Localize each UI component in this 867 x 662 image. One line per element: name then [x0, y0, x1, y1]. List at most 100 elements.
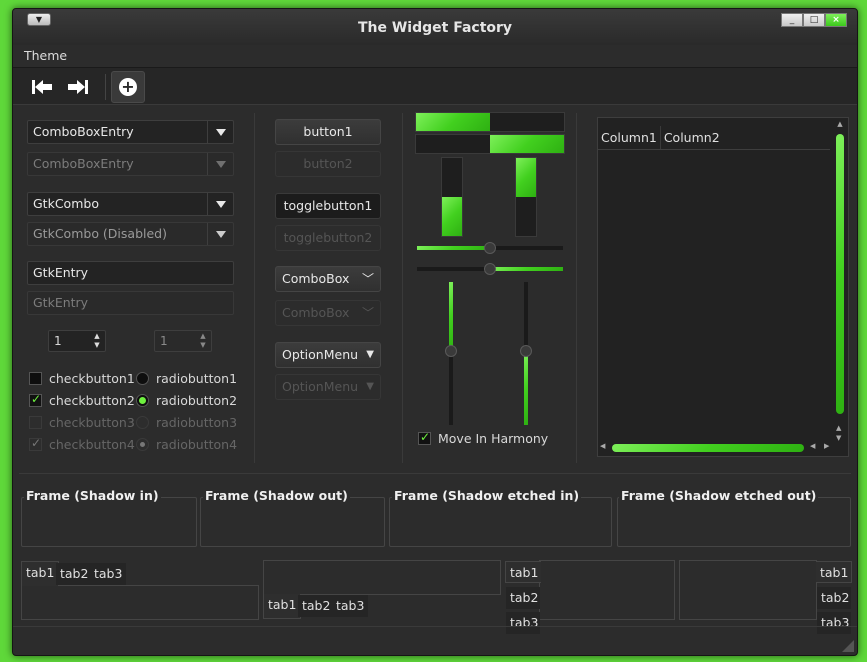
radio-selected-icon [136, 437, 149, 451]
chevron-down-icon[interactable] [207, 121, 233, 143]
gtk-combo-disabled: GtkCombo (Disabled) [27, 222, 234, 246]
tab-1[interactable]: tab1 [263, 594, 302, 619]
hscale-2[interactable] [417, 263, 563, 275]
tab-1[interactable]: tab1 [816, 561, 852, 583]
progress-bar-vertical-1 [441, 157, 463, 237]
progress-bar-horizontal-2 [415, 134, 565, 154]
chevron-down-icon[interactable] [207, 193, 233, 215]
resize-grip-icon[interactable] [842, 640, 854, 652]
tab-3[interactable]: tab3 [817, 612, 851, 634]
slider-knob-icon[interactable] [484, 263, 496, 275]
combo-box-entry-disabled: ComboBoxEntry [27, 152, 234, 176]
checkbutton4: checkbutton4 [29, 435, 135, 453]
radiobutton3-label: radiobutton3 [156, 414, 238, 430]
maximize-icon[interactable]: □ [803, 13, 825, 27]
slider-knob-icon[interactable] [484, 242, 496, 254]
scroll-up-icon[interactable]: ▲ [834, 120, 846, 128]
scrollbar-thumb[interactable] [836, 134, 844, 414]
toolbar: + [13, 67, 857, 105]
column-separator [402, 113, 403, 463]
tab-2[interactable]: tab2 [298, 595, 335, 617]
combo-box-entry[interactable]: ComboBoxEntry [27, 120, 234, 144]
checkbutton2[interactable]: checkbutton2 [29, 391, 135, 409]
menu-theme[interactable]: Theme [24, 48, 67, 63]
radiobutton1[interactable]: radiobutton1 [136, 369, 237, 387]
checkbutton3-label: checkbutton3 [49, 414, 135, 430]
progress-bar-horizontal-1 [415, 112, 565, 132]
tab-2[interactable]: tab2 [817, 587, 851, 609]
column-separator [254, 113, 255, 463]
combo-box-entry-text: ComboBoxEntry [33, 124, 134, 139]
horizontal-scrollbar[interactable]: ◀ ◀ ▶ [600, 442, 834, 454]
slider-knob-icon[interactable] [520, 344, 532, 357]
radio-icon[interactable] [136, 371, 149, 385]
checkbox-icon[interactable] [29, 371, 42, 385]
spin-arrows-icon[interactable]: ▲ ▼ [91, 332, 103, 350]
frame-shadow-etched-in [389, 497, 612, 547]
tab-3[interactable]: tab3 [332, 595, 369, 617]
scrollbar-thumb[interactable] [612, 444, 804, 452]
chevron-down-icon: ﹀ [361, 306, 374, 320]
progress-bar-vertical-2 [515, 157, 537, 237]
option-menu-disabled-label: OptionMenu [282, 379, 359, 394]
slider-knob-icon[interactable] [445, 344, 457, 357]
title-bar[interactable]: ▼ The Widget Factory _ □ × [13, 9, 857, 45]
tab-3[interactable]: tab3 [90, 563, 127, 585]
scroll-down-icon[interactable]: ▼ [836, 434, 841, 442]
togglebutton1[interactable]: togglebutton1 [275, 193, 381, 219]
gtk-combo-text: GtkCombo [33, 196, 99, 211]
frame-shadow-out-title: Frame (Shadow out) [203, 488, 350, 503]
radiobutton2[interactable]: radiobutton2 [136, 391, 237, 409]
toolbar-separator [105, 74, 106, 100]
vscale-2[interactable] [520, 282, 532, 425]
checkbox-checked-icon[interactable] [29, 392, 42, 407]
tree-view[interactable]: Column1 Column2 ▲ ▲ ▼ ◀ ◀ ▶ [597, 117, 849, 457]
option-menu-label: OptionMenu [282, 347, 359, 362]
checkbutton3: checkbutton3 [29, 413, 135, 431]
option-menu[interactable]: OptionMenu ▼ [275, 342, 381, 368]
frame-shadow-etched-out [617, 497, 851, 547]
tab-1[interactable]: tab1 [21, 561, 60, 586]
main-window: ▼ The Widget Factory _ □ × Theme + Combo… [12, 8, 858, 656]
checkbutton4-label: checkbutton4 [49, 436, 135, 452]
checkbutton1[interactable]: checkbutton1 [29, 369, 135, 387]
hscale-1[interactable] [417, 242, 563, 254]
progress-fill [516, 158, 536, 197]
goto-first-icon[interactable] [27, 72, 57, 102]
move-in-harmony-check[interactable]: Move In Harmony [418, 429, 548, 447]
column-header-2[interactable]: Column2 [661, 126, 723, 149]
radiobutton4-label: radiobutton4 [156, 436, 238, 452]
checkbox-checked-icon[interactable] [418, 430, 431, 445]
hscale-fill [417, 246, 490, 250]
notebook-bottom-page [263, 560, 501, 595]
vscale-fill [524, 350, 528, 425]
tab-2[interactable]: tab2 [56, 563, 93, 585]
scroll-right-icon[interactable]: ▶ [824, 442, 829, 450]
tab-1[interactable]: tab1 [505, 561, 541, 583]
notebook-right-page [679, 560, 817, 620]
goto-last-icon[interactable] [63, 72, 93, 102]
tab-2[interactable]: tab2 [506, 587, 540, 609]
minimize-icon[interactable]: _ [781, 13, 803, 27]
combobox[interactable]: ComboBox ﹀ [275, 266, 381, 292]
notebook-top-page [21, 585, 259, 620]
gtk-combo[interactable]: GtkCombo [27, 192, 234, 216]
add-button[interactable]: + [111, 71, 145, 103]
progress-fill [416, 113, 490, 131]
close-icon[interactable]: × [825, 13, 847, 27]
button2: button2 [275, 151, 381, 177]
checkbox-checked-icon [29, 436, 42, 451]
spin-button[interactable]: 1 ▲ ▼ [48, 330, 106, 352]
gtk-entry[interactable]: GtkEntry [27, 261, 234, 285]
scroll-left-icon[interactable]: ◀ [810, 442, 815, 450]
radio-selected-icon[interactable] [136, 393, 149, 407]
scroll-down-icon[interactable]: ▲ [836, 424, 841, 432]
scroll-left-icon[interactable]: ◀ [600, 442, 605, 450]
vscale-1[interactable] [445, 282, 457, 425]
spin-button-disabled: 1 ▲ ▼ [154, 330, 212, 352]
togglebutton2: togglebutton2 [275, 225, 381, 251]
tab-3[interactable]: tab3 [506, 612, 540, 634]
vertical-scrollbar[interactable]: ▲ ▲ ▼ [834, 120, 846, 442]
column-header-1[interactable]: Column1 [598, 126, 661, 149]
button1[interactable]: button1 [275, 119, 381, 145]
